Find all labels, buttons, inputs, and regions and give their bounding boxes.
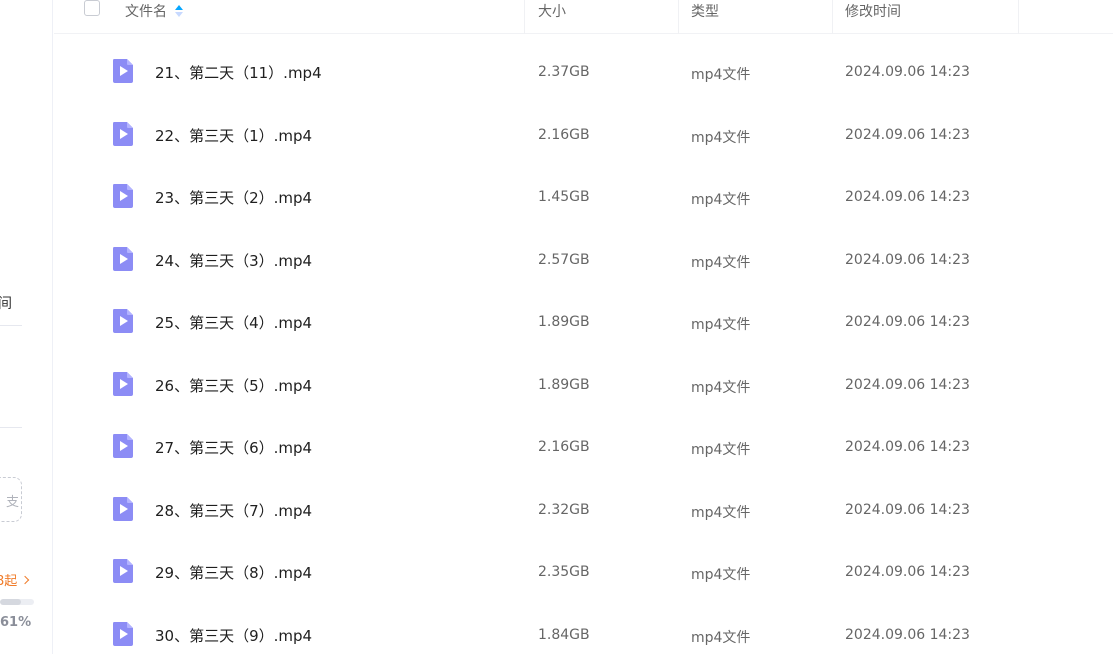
video-file-icon — [113, 309, 133, 333]
upgrade-link[interactable]: 8起 — [0, 570, 30, 589]
file-type: mp4文件 — [691, 255, 751, 271]
video-file-icon — [113, 434, 133, 458]
column-divider[interactable] — [524, 0, 525, 34]
file-type: mp4文件 — [691, 567, 751, 583]
file-name[interactable]: 22、第三天（1）.mp4 — [155, 125, 312, 146]
table-row[interactable]: 29、第三天（8）.mp4 2.35GB mp4文件 2024.09.06 14:23 — [54, 541, 1113, 603]
column-header-name[interactable]: 文件名 — [125, 0, 183, 22]
file-size: 2.37GB — [538, 64, 590, 80]
table-row[interactable]: 24、第三天（3）.mp4 2.57GB mp4文件 2024.09.06 14:23 — [54, 229, 1113, 291]
video-file-icon — [113, 247, 133, 271]
file-type: mp4文件 — [691, 67, 751, 83]
file-modified-time: 2024.09.06 14:23 — [845, 127, 970, 143]
column-header-name-label: 文件名 — [125, 4, 167, 20]
table-row[interactable]: 22、第三天（1）.mp4 2.16GB mp4文件 2024.09.06 14:23 — [54, 104, 1113, 166]
file-size: 1.89GB — [538, 377, 590, 393]
sidebar-divider — [0, 325, 22, 326]
column-header-type[interactable]: 类型 — [691, 0, 719, 22]
file-size: 1.84GB — [538, 627, 590, 643]
chevron-right-icon — [21, 575, 30, 584]
column-divider[interactable] — [832, 0, 833, 34]
column-header-modified-label: 修改时间 — [845, 4, 901, 20]
video-file-icon — [113, 184, 133, 208]
sidebar-dashed-box-text: 支 — [5, 495, 19, 510]
file-name[interactable]: 28、第三天（7）.mp4 — [155, 500, 312, 521]
file-name[interactable]: 29、第三天（8）.mp4 — [155, 562, 312, 583]
file-name[interactable]: 30、第三天（9）.mp4 — [155, 625, 312, 646]
file-size: 2.16GB — [538, 439, 590, 455]
column-divider[interactable] — [678, 0, 679, 34]
video-file-icon — [113, 59, 133, 83]
file-type: mp4文件 — [691, 505, 751, 521]
video-file-icon — [113, 497, 133, 521]
file-name[interactable]: 27、第三天（6）.mp4 — [155, 437, 312, 458]
file-type: mp4文件 — [691, 130, 751, 146]
select-all-checkbox[interactable] — [84, 0, 100, 16]
table-row[interactable]: 26、第三天（5）.mp4 1.89GB mp4文件 2024.09.06 14:23 — [54, 354, 1113, 416]
file-type: mp4文件 — [691, 442, 751, 458]
table-header: 文件名 大小 类型 修改时间 — [54, 0, 1113, 34]
table-row[interactable]: 23、第三天（2）.mp4 1.45GB mp4文件 2024.09.06 14:23 — [54, 166, 1113, 228]
table-row[interactable]: 27、第三天（6）.mp4 2.16GB mp4文件 2024.09.06 14:23 — [54, 416, 1113, 478]
column-divider[interactable] — [1018, 0, 1019, 34]
file-name[interactable]: 23、第三天（2）.mp4 — [155, 187, 312, 208]
file-modified-time: 2024.09.06 14:23 — [845, 64, 970, 80]
table-row[interactable]: 28、第三天（7）.mp4 2.32GB mp4文件 2024.09.06 14:23 — [54, 479, 1113, 541]
file-type: mp4文件 — [691, 380, 751, 396]
storage-usage-text: 61% — [0, 615, 32, 630]
file-size: 2.35GB — [538, 564, 590, 580]
file-size: 2.57GB — [538, 252, 590, 268]
file-type: mp4文件 — [691, 192, 751, 208]
file-size: 2.16GB — [538, 127, 590, 143]
table-row[interactable]: 25、第三天（4）.mp4 1.89GB mp4文件 2024.09.06 14:23 — [54, 291, 1113, 353]
video-file-icon — [113, 372, 133, 396]
table-row[interactable]: 21、第二天（11）.mp4 2.37GB mp4文件 2024.09.06 14:2… — [54, 41, 1113, 103]
storage-progress-fill — [0, 599, 21, 605]
file-modified-time: 2024.09.06 14:23 — [845, 564, 970, 580]
file-type: mp4文件 — [691, 630, 751, 646]
upgrade-text: 8起 — [0, 574, 18, 589]
video-file-icon — [113, 559, 133, 583]
column-header-size-label: 大小 — [538, 4, 566, 20]
video-file-icon — [113, 122, 133, 146]
file-name[interactable]: 26、第三天（5）.mp4 — [155, 375, 312, 396]
file-modified-time: 2024.09.06 14:23 — [845, 627, 970, 643]
sidebar: 间 支 8起 61% — [0, 0, 53, 654]
file-size: 2.32GB — [538, 502, 590, 518]
file-size: 1.89GB — [538, 314, 590, 330]
sidebar-dashed-box[interactable]: 支 — [0, 477, 22, 522]
file-list: 文件名 大小 类型 修改时间 21、第二天（11）.mp4 2.37GB mp4文件… — [54, 0, 1113, 654]
sidebar-clipped-label[interactable]: 间 — [0, 293, 12, 313]
file-modified-time: 2024.09.06 14:23 — [845, 377, 970, 393]
file-type: mp4文件 — [691, 317, 751, 333]
table-row[interactable]: 30、第三天（9）.mp4 1.84GB mp4文件 2024.09.06 14:23 — [54, 604, 1113, 654]
file-modified-time: 2024.09.06 14:23 — [845, 252, 970, 268]
sort-icon[interactable] — [175, 5, 183, 17]
file-browser: 间 支 8起 61% 文件名 大小 — [0, 0, 1113, 654]
column-header-type-label: 类型 — [691, 4, 719, 20]
file-modified-time: 2024.09.06 14:23 — [845, 439, 970, 455]
sidebar-divider — [0, 427, 22, 428]
video-file-icon — [113, 622, 133, 646]
column-header-size[interactable]: 大小 — [538, 0, 566, 22]
file-modified-time: 2024.09.06 14:23 — [845, 502, 970, 518]
file-size: 1.45GB — [538, 189, 590, 205]
file-name[interactable]: 25、第三天（4）.mp4 — [155, 312, 312, 333]
file-modified-time: 2024.09.06 14:23 — [845, 189, 970, 205]
file-name[interactable]: 21、第二天（11）.mp4 — [155, 62, 322, 83]
storage-progress-bar — [0, 599, 34, 605]
file-modified-time: 2024.09.06 14:23 — [845, 314, 970, 330]
file-name[interactable]: 24、第三天（3）.mp4 — [155, 250, 312, 271]
column-header-modified[interactable]: 修改时间 — [845, 0, 901, 22]
